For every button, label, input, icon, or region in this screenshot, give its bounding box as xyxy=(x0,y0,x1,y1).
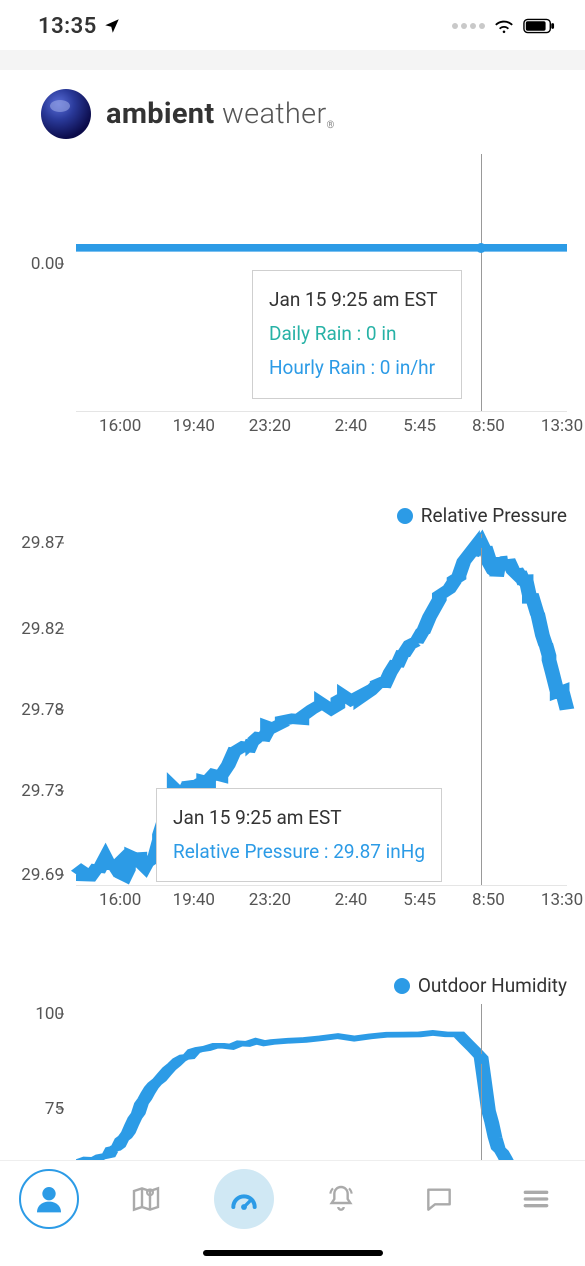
tooltip-line: Daily Rain : 0 in xyxy=(269,317,445,351)
header-gap xyxy=(0,50,585,70)
x-tick-label: 13:30 xyxy=(541,416,583,436)
status-time: 13:35 xyxy=(38,14,121,39)
user-icon xyxy=(33,1183,65,1215)
brand-text: ambient weather® xyxy=(106,97,335,131)
x-tick-label: 16:00 xyxy=(99,890,141,910)
pressure-x-axis: 16:0019:4023:202:405:458:5013:30 xyxy=(76,890,567,920)
x-tick-label: 19:40 xyxy=(173,416,215,436)
pressure-chart[interactable]: Relative Pressure 29.8729.8229.7829.7329… xyxy=(0,504,585,924)
pressure-crosshair xyxy=(481,534,482,885)
x-tick-label: 16:00 xyxy=(99,416,141,436)
status-right xyxy=(452,18,555,34)
chat-icon xyxy=(423,1183,455,1215)
gauge-icon xyxy=(228,1183,260,1215)
rain-plot[interactable]: Jan 15 9:25 am EST Daily Rain : 0 inHour… xyxy=(76,154,567,412)
pressure-plot[interactable]: Jan 15 9:25 am EST Relative Pressure : 2… xyxy=(76,534,567,886)
location-icon xyxy=(103,17,121,35)
nav-menu[interactable] xyxy=(506,1169,566,1229)
x-tick-label: 23:20 xyxy=(249,890,291,910)
nav-dashboard[interactable] xyxy=(214,1169,274,1229)
tooltip-line: Hourly Rain : 0 in/hr xyxy=(269,351,445,385)
nav-map[interactable] xyxy=(116,1169,176,1229)
battery-icon xyxy=(523,18,555,34)
rain-chart[interactable]: 0.00 Jan 15 9:25 am EST Daily Rain : 0 i… xyxy=(0,154,585,454)
legend-dot-icon xyxy=(397,508,413,524)
signal-dots-icon xyxy=(452,23,485,29)
x-tick-label: 13:30 xyxy=(541,890,583,910)
logo-icon xyxy=(40,88,92,140)
x-tick-label: 23:20 xyxy=(249,416,291,436)
map-icon xyxy=(130,1183,162,1215)
nav-profile[interactable] xyxy=(19,1169,79,1229)
brand-bold: ambient xyxy=(106,97,214,131)
app-header: ambient weather® xyxy=(0,70,585,154)
x-tick-label: 8:50 xyxy=(472,890,505,910)
x-tick-label: 2:40 xyxy=(335,416,368,436)
bottom-nav xyxy=(0,1160,585,1266)
brand-light: weather xyxy=(222,97,327,131)
hamburger-icon xyxy=(520,1183,552,1215)
rain-x-axis: 16:0019:4023:202:405:458:5013:30 xyxy=(76,416,567,446)
x-tick-label: 19:40 xyxy=(173,890,215,910)
rain-y-axis: 0.00 xyxy=(0,154,76,454)
rain-marker xyxy=(476,243,486,253)
legend-dot-icon xyxy=(394,978,410,994)
humidity-legend-label: Outdoor Humidity xyxy=(418,974,567,997)
registered-icon: ® xyxy=(327,120,335,131)
home-indicator[interactable] xyxy=(203,1250,383,1256)
pressure-legend: Relative Pressure xyxy=(397,504,567,527)
x-tick-label: 5:45 xyxy=(403,890,436,910)
wifi-icon xyxy=(493,18,515,34)
x-tick-label: 8:50 xyxy=(472,416,505,436)
humidity-marker xyxy=(476,1054,486,1064)
status-time-text: 13:35 xyxy=(38,14,97,39)
nav-alerts[interactable] xyxy=(311,1169,371,1229)
pressure-legend-label: Relative Pressure xyxy=(421,504,567,527)
pressure-marker xyxy=(476,538,486,548)
x-tick-label: 5:45 xyxy=(403,416,436,436)
pressure-tooltip-header: Jan 15 9:25 am EST xyxy=(173,801,425,835)
rain-tooltip-header: Jan 15 9:25 am EST xyxy=(269,283,445,317)
rain-tooltip: Jan 15 9:25 am EST Daily Rain : 0 inHour… xyxy=(252,270,462,399)
pressure-y-axis: 29.8729.8229.7829.7329.69 xyxy=(0,534,76,886)
tooltip-line: Relative Pressure : 29.87 inHg xyxy=(173,835,425,869)
humidity-legend: Outdoor Humidity xyxy=(394,974,567,997)
status-bar: 13:35 xyxy=(0,0,585,50)
pressure-tooltip: Jan 15 9:25 am EST Relative Pressure : 2… xyxy=(156,788,442,882)
rain-crosshair xyxy=(481,154,482,411)
x-tick-label: 2:40 xyxy=(335,890,368,910)
nav-chat[interactable] xyxy=(409,1169,469,1229)
bell-icon xyxy=(325,1183,357,1215)
